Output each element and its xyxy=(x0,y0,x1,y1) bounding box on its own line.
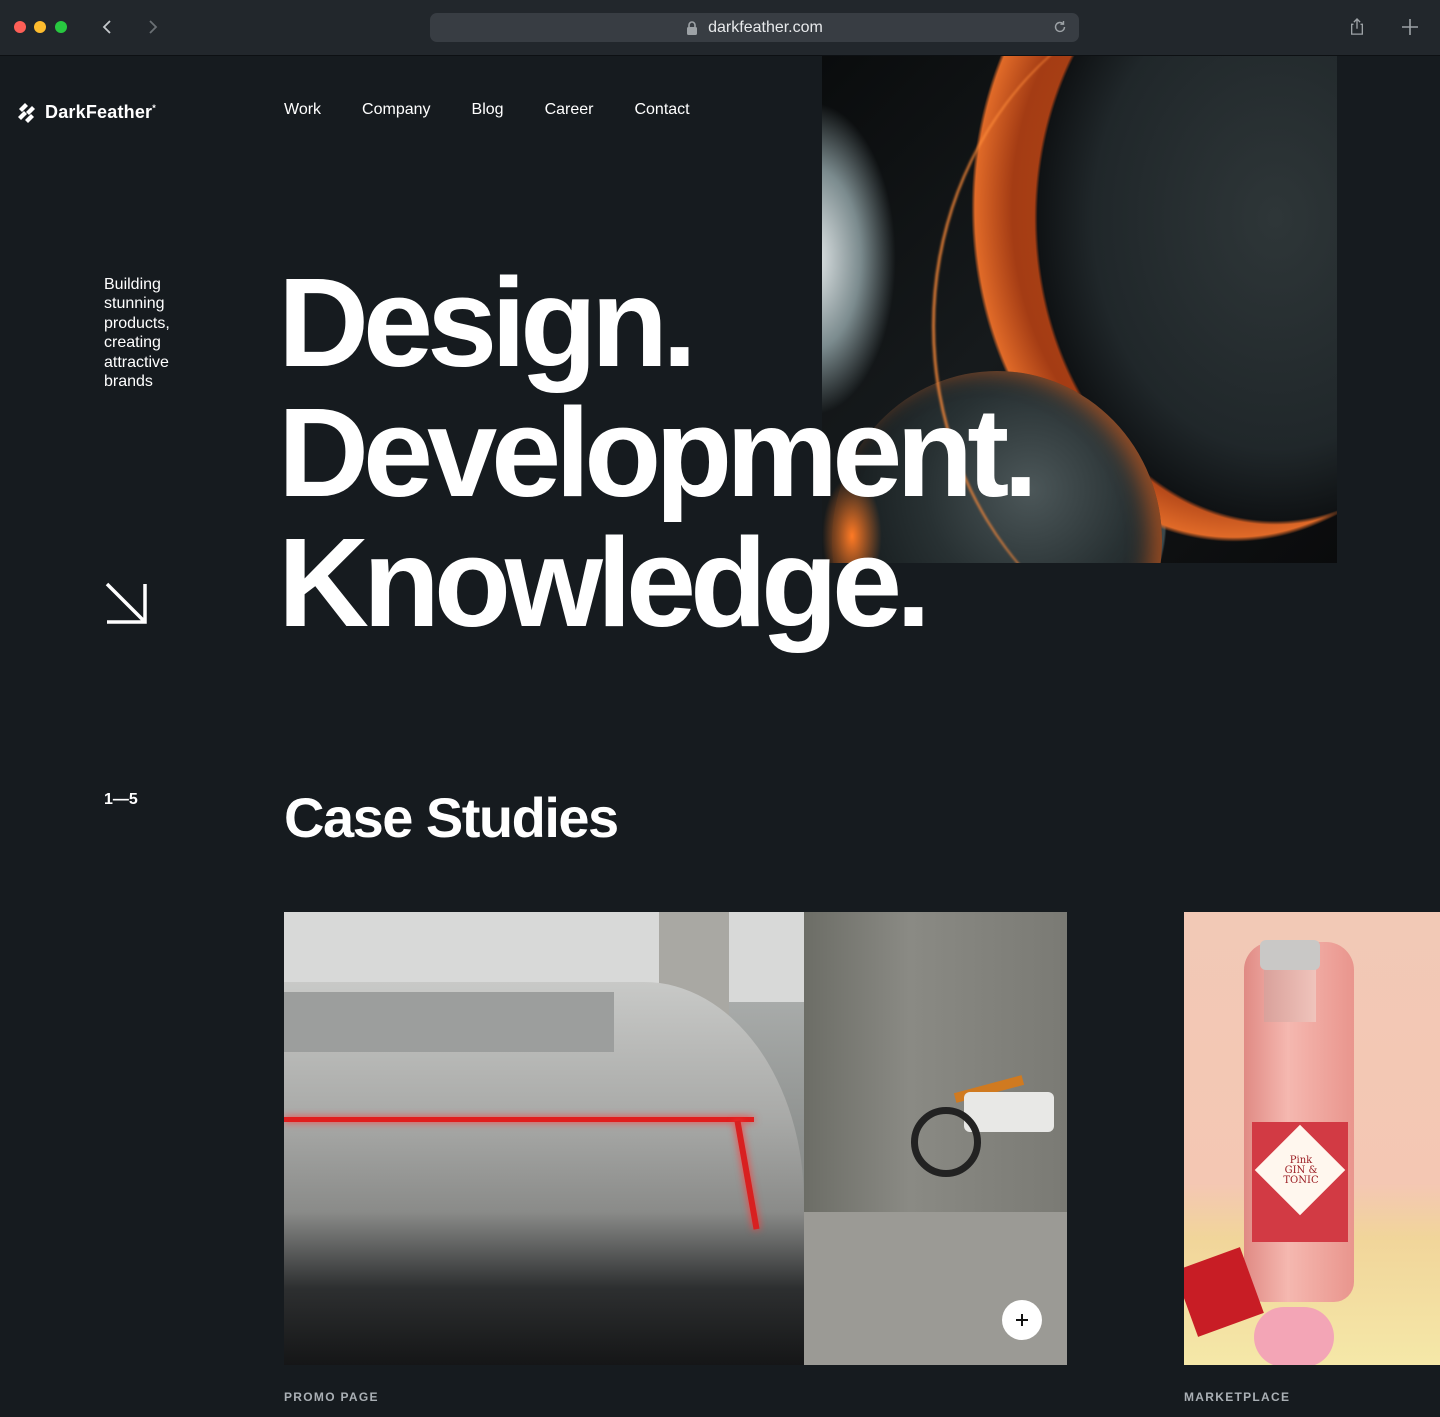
url-text: darkfeather.com xyxy=(708,18,823,36)
brand-name: DarkFeather* xyxy=(45,101,156,122)
brand-logo[interactable]: DarkFeather* xyxy=(15,100,156,124)
main-navigation: Work Company Blog Career Contact xyxy=(284,101,731,119)
case-study-image-bottle[interactable]: Pink GIN & TONIC xyxy=(1184,912,1440,1365)
reload-icon[interactable] xyxy=(1053,20,1067,34)
zoom-window-button[interactable] xyxy=(55,21,67,33)
expand-case-study-button[interactable] xyxy=(1002,1300,1042,1340)
chevron-left-icon xyxy=(102,20,111,34)
nav-work[interactable]: Work xyxy=(284,101,321,119)
hero-heading: Design. Development. Knowledge. xyxy=(278,252,1038,653)
browser-toolbar: darkfeather.com xyxy=(0,0,1440,56)
nav-career[interactable]: Career xyxy=(545,101,594,119)
case-study-category: MARKETPLACE xyxy=(1184,1390,1291,1404)
nav-company[interactable]: Company xyxy=(362,101,430,119)
new-tab-button[interactable] xyxy=(1398,15,1422,39)
share-icon xyxy=(1351,18,1363,35)
minimize-window-button[interactable] xyxy=(34,21,46,33)
address-bar[interactable]: darkfeather.com xyxy=(430,13,1079,42)
hero-line-design: Design. xyxy=(278,252,697,393)
case-study-category: PROMO PAGE xyxy=(284,1390,379,1404)
chevron-right-icon xyxy=(149,20,158,34)
hero-line-development: Development. xyxy=(278,382,1038,523)
share-button[interactable] xyxy=(1345,15,1369,39)
hero-line-knowledge: Knowledge. xyxy=(278,512,931,653)
case-studies-title: Case Studies xyxy=(284,786,619,849)
case-study-image-car[interactable] xyxy=(284,912,1067,1365)
plus-icon xyxy=(1402,19,1418,35)
plus-icon xyxy=(1016,1314,1028,1326)
arrow-down-right-icon[interactable] xyxy=(103,580,149,626)
case-studies-counter: 1—5 xyxy=(104,791,138,808)
feather-logo-icon xyxy=(18,103,35,123)
nav-contact[interactable]: Contact xyxy=(634,101,689,119)
back-button[interactable] xyxy=(95,14,121,40)
nav-blog[interactable]: Blog xyxy=(472,101,504,119)
close-window-button[interactable] xyxy=(14,21,26,33)
lock-icon xyxy=(686,20,698,35)
forward-button[interactable] xyxy=(139,14,165,40)
bottle-label-text: Pink GIN & TONIC xyxy=(1283,1155,1319,1186)
hero-tagline: Building stunning products, creating att… xyxy=(104,276,170,391)
